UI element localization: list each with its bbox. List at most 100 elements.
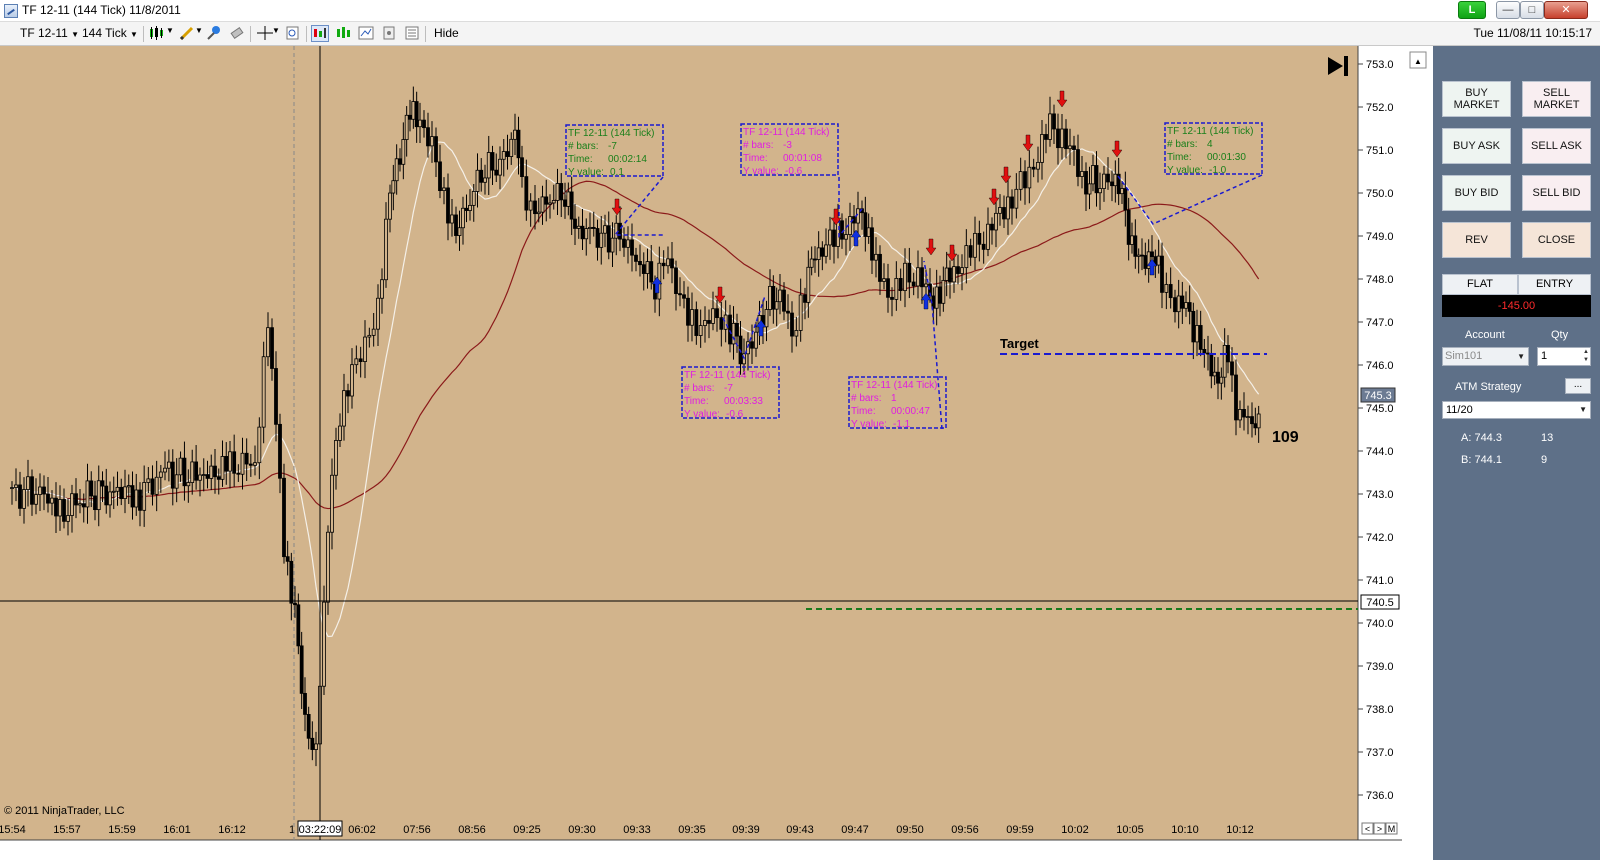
time-axis[interactable] — [0, 840, 1402, 860]
buy-market-button[interactable]: BUY MARKET — [1442, 81, 1511, 117]
candle-up — [338, 425, 342, 441]
candle-down — [1031, 166, 1036, 170]
candle-down — [977, 232, 982, 245]
candle-down — [1230, 361, 1234, 376]
candle-up — [384, 218, 388, 281]
instrument-selector[interactable]: TF 12-11 ▼ — [20, 26, 79, 40]
buy-ask-button[interactable]: BUY ASK — [1442, 128, 1511, 164]
candle-down — [244, 452, 249, 465]
chart-area[interactable] — [0, 46, 1358, 840]
candle-up — [513, 129, 517, 140]
candle-up — [178, 457, 183, 476]
atm-strategy-button[interactable]: ... — [1565, 378, 1591, 394]
candle-down — [289, 560, 294, 604]
hide-button[interactable]: Hide — [434, 26, 459, 40]
chevron-down-icon: ▼ — [1517, 352, 1525, 361]
bid-price: B: 744.1 — [1461, 454, 1502, 466]
candle-down — [358, 358, 363, 362]
time-tick-label: 16:12 — [218, 824, 246, 836]
candlestick-icon[interactable] — [148, 25, 166, 42]
time-tick-labels: 15:54 15:57 15:59 16:01 16:12 1 06:02 07:56 08:5… — [0, 824, 1254, 836]
candle-up — [354, 358, 359, 366]
time-tick-label: 15:59 — [108, 824, 136, 836]
candle-up — [394, 158, 399, 182]
bar-style-icon[interactable] — [334, 25, 352, 42]
chart-scroll-controls[interactable]: < > M — [1361, 822, 1398, 835]
candle-up — [38, 486, 42, 495]
quantity-stepper[interactable]: 1 ▲ ▼ — [1537, 347, 1591, 366]
candle-down — [674, 267, 678, 295]
candle-down — [299, 645, 304, 694]
candle-down — [782, 289, 786, 312]
account-select[interactable]: Sim101 ▼ — [1442, 347, 1529, 366]
properties-icon[interactable] — [380, 25, 398, 42]
candle-up — [1018, 171, 1023, 190]
candle-down — [618, 222, 622, 240]
candle-up — [934, 286, 939, 309]
ruler-bars-value: -7 — [724, 383, 733, 394]
candle-up — [509, 138, 514, 157]
close-position-button[interactable]: CLOSE — [1522, 222, 1591, 258]
chart-trader-icon[interactable] — [311, 25, 329, 42]
candle-up — [603, 225, 607, 234]
candle-up — [498, 158, 502, 176]
candle-down — [306, 714, 311, 739]
candle-up — [916, 267, 920, 287]
candle-up — [471, 191, 476, 206]
ruler-y-value: -0.6 — [785, 166, 803, 177]
stepper-arrows-icon[interactable]: ▲ ▼ — [1583, 348, 1589, 364]
chevron-down-icon[interactable]: ▼ — [272, 26, 280, 35]
close-icon[interactable]: ✕ — [1544, 1, 1588, 19]
atm-strategy-select[interactable]: 11/20 ▼ — [1442, 401, 1591, 419]
price-axis[interactable] — [1358, 46, 1402, 840]
candle-down — [1123, 188, 1128, 211]
ruler-bars-label: # bars: — [684, 383, 715, 394]
candle-up — [614, 222, 619, 239]
chevron-down-icon[interactable]: ▼ — [166, 26, 174, 35]
pin-icon[interactable] — [205, 25, 223, 42]
candle-up — [174, 474, 179, 489]
sell-ask-button[interactable]: SELL ASK — [1522, 128, 1591, 164]
candle-down — [707, 320, 711, 324]
ruler-y-label: Y value: — [743, 166, 779, 177]
candle-down — [863, 212, 868, 237]
minimize-icon[interactable]: — — [1496, 1, 1520, 19]
candle-down — [898, 278, 903, 292]
candle-down — [296, 604, 301, 647]
eraser-icon[interactable] — [228, 25, 246, 42]
data-box-icon[interactable] — [357, 25, 375, 42]
candle-up — [645, 261, 650, 274]
chevron-down-icon[interactable]: ▼ — [195, 26, 203, 35]
price-chart[interactable]: 753.0 752.0 751.0 750.0 749.0 748.0 747.0 746.0… — [0, 46, 1433, 860]
toolbar-divider — [425, 26, 426, 42]
link-button[interactable]: L — [1458, 1, 1486, 19]
time-tick-label: 10:02 — [1061, 824, 1089, 836]
sell-market-button[interactable]: SELL MARKET — [1522, 81, 1591, 117]
candle-up — [1040, 134, 1044, 163]
reverse-button[interactable]: REV — [1442, 222, 1511, 258]
pencil-icon[interactable] — [178, 25, 196, 42]
position-status: FLAT — [1442, 274, 1518, 295]
candle-down — [479, 169, 484, 183]
candle-down — [911, 281, 916, 287]
buy-bid-button[interactable]: BUY BID — [1442, 175, 1511, 211]
candle-up — [367, 334, 372, 338]
maximize-icon[interactable]: □ — [1520, 1, 1544, 19]
candle-up — [874, 253, 878, 261]
candle-up — [828, 229, 832, 246]
candle-up — [58, 499, 62, 517]
ruler-bars-label: # bars: — [1167, 139, 1198, 150]
candle-down — [310, 737, 315, 750]
zoom-icon[interactable] — [284, 25, 302, 42]
price-tick-label: 742.0 — [1366, 532, 1394, 544]
price-tick-label: 744.0 — [1366, 446, 1394, 458]
sell-bid-button[interactable]: SELL BID — [1522, 175, 1591, 211]
price-tick-label: 753.0 — [1366, 59, 1394, 71]
interval-selector[interactable]: 144 Tick ▼ — [82, 26, 138, 40]
panel-icon[interactable] — [403, 25, 421, 42]
atm-strategy-label: ATM Strategy — [1455, 381, 1522, 393]
atm-strategy-value: 11/20 — [1446, 404, 1473, 416]
candle-up — [548, 202, 552, 205]
candle-down — [981, 243, 986, 250]
ruler-y-label: Y value: — [851, 419, 887, 430]
